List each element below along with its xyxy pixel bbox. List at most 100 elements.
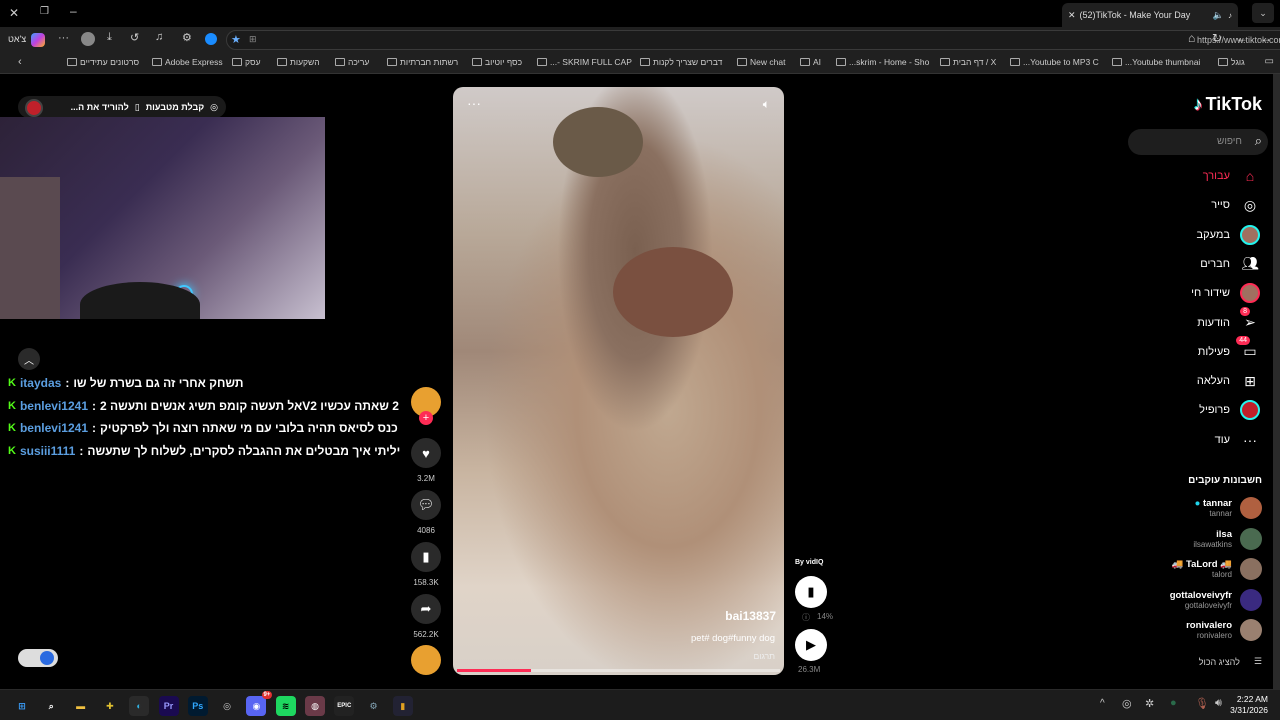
coins-label[interactable]: קבלת מטבעות — [146, 102, 204, 112]
clock[interactable]: 2:22 AM 3/31/2026 — [1230, 694, 1268, 716]
tiktok-logo[interactable]: ♪ TikTok — [1194, 94, 1262, 115]
favorite-star-icon[interactable]: ★ — [231, 33, 241, 46]
nav-item[interactable]: ⊞ העלאה — [1197, 371, 1260, 391]
video-author[interactable]: bai13837 — [725, 609, 776, 623]
microphone-icon[interactable]: 🎙︎ — [1195, 697, 1209, 710]
volume-icon[interactable]: 🔈︎ — [763, 97, 770, 112]
bookmark-item[interactable]: X / דף הבית — [940, 57, 996, 67]
bookmarks-menu-icon[interactable]: ▭ — [1265, 56, 1274, 67]
puzzle-taskbar-icon[interactable]: ✚ — [100, 696, 120, 716]
following-account[interactable]: 🚚 TaLord 🚚 talord — [1172, 558, 1262, 580]
shazam-icon[interactable] — [205, 33, 217, 45]
toggle-widget[interactable] — [18, 649, 58, 667]
profile-avatar-icon[interactable] — [81, 32, 95, 46]
bookmark-item[interactable]: רשתות חברתיות — [387, 57, 458, 67]
history-icon[interactable]: ↺ — [130, 31, 139, 44]
bookmark-item[interactable]: דברים שצריך לקנות — [640, 57, 722, 67]
bookmark-item[interactable]: עריכה — [335, 57, 369, 67]
chat-label[interactable]: צ'אט — [8, 34, 26, 44]
sound-avatar[interactable] — [411, 645, 441, 675]
nav-item[interactable]: פרופיל — [1199, 400, 1260, 421]
epic-taskbar-icon[interactable]: EPIC — [334, 696, 355, 716]
refresh-icon[interactable]: ↻ — [1212, 31, 1222, 45]
nav-item[interactable]: ▭ 44 פעילות — [1198, 335, 1260, 362]
chat-collapse-icon[interactable]: ︿ — [18, 348, 40, 370]
bookmark-item[interactable]: SKRIM FULL CAP -... — [537, 57, 632, 67]
video-player[interactable]: ··· 🔈︎ bai13837 pet# dog#funny dog תרגום — [453, 87, 784, 675]
restore-window-icon[interactable]: ❐ — [40, 6, 49, 17]
bookmark-item[interactable]: גוגל — [1218, 57, 1245, 67]
minimize-window-icon[interactable]: – — [70, 4, 77, 18]
nav-item[interactable]: שידור חי — [1191, 283, 1260, 304]
nav-item[interactable]: במעקב — [1197, 224, 1260, 245]
edge-taskbar-icon[interactable]: ◐ — [129, 696, 150, 716]
media-icon[interactable]: ♫ — [155, 31, 163, 43]
forward-icon[interactable]: → — [1260, 31, 1272, 45]
following-account[interactable]: gottaloveivyfr gottaloveivyfr — [1170, 588, 1262, 611]
translate-link[interactable]: תרגום — [753, 651, 775, 661]
chat-username[interactable]: benlevi1241 — [20, 399, 88, 413]
back-icon[interactable]: ← — [1236, 31, 1248, 45]
bookmark-item[interactable]: Youtube to MP3 C... — [1010, 57, 1099, 67]
premiere-taskbar-icon[interactable]: Pr — [158, 696, 179, 716]
copilot-icon[interactable] — [31, 33, 45, 47]
following-account[interactable]: ilsa ilsawatkins — [1193, 527, 1262, 550]
nav-item[interactable]: 👥︎ חברים — [1200, 254, 1260, 274]
discord-taskbar-icon[interactable]: ◉ 9+ — [246, 691, 273, 716]
video-progress[interactable] — [457, 669, 780, 672]
steelseries-icon[interactable]: ✲ — [1145, 697, 1154, 710]
extensions-icon[interactable]: ⚙ — [182, 31, 192, 44]
bookmark-item[interactable]: New chat — [737, 57, 785, 67]
obs-taskbar-icon[interactable]: ◎ — [217, 696, 237, 716]
search-input[interactable]: חיפוש ⌕ — [1128, 129, 1268, 155]
show-all-button[interactable]: להציג הכול ☰ — [1199, 656, 1262, 667]
cs-taskbar-icon[interactable]: ▮ — [392, 696, 413, 716]
address-bar[interactable]: ★ ⊞ https://www.tiktok.com 🔒︎ — [226, 30, 1280, 50]
steam-taskbar-icon[interactable]: ◍ — [305, 696, 325, 716]
close-window-icon[interactable]: ✕ — [9, 6, 19, 20]
bookmark-item[interactable]: Adobe Express — [152, 57, 223, 67]
chat-username[interactable]: susiii1111 — [20, 444, 75, 458]
spotify-taskbar-icon[interactable]: ≋ — [275, 696, 296, 716]
tray-expand-icon[interactable]: ^ — [1100, 698, 1105, 709]
bookmarks-scroll-left-icon[interactable]: ‹ — [18, 56, 22, 68]
bookmark-item[interactable]: כסף יוטיוב — [472, 57, 522, 67]
settings-taskbar-icon[interactable]: ⚙ — [364, 696, 384, 716]
green-tray-icon[interactable]: ● — [1170, 697, 1177, 709]
speaker-icon[interactable]: 🔈 — [1213, 10, 1224, 21]
follow-plus-icon[interactable]: + — [419, 411, 433, 425]
following-account[interactable]: ronivalero ronivalero — [1186, 619, 1262, 641]
downloads-icon[interactable]: ⤓ — [107, 31, 112, 44]
bookmark-item[interactable]: השקעות — [277, 57, 320, 67]
bookmark-item[interactable]: עסק — [232, 57, 261, 67]
home-icon[interactable]: ⌂ — [1188, 31, 1195, 45]
download-label[interactable]: להוריד את ה... — [71, 102, 129, 112]
close-tab-icon[interactable]: ✕ — [1068, 10, 1076, 21]
split-screen-icon[interactable]: ⊞ — [249, 34, 257, 45]
chat-username[interactable]: benlevi1241 — [20, 421, 88, 435]
tab-tiktok[interactable]: ✕ (52)TikTok - Make Your Day 🔈 ♪ — [1062, 3, 1238, 27]
nav-item[interactable]: ⌂ עבורך — [1203, 166, 1260, 186]
video-more-icon[interactable]: ··· — [467, 95, 481, 111]
page-scrollbar[interactable] — [1273, 74, 1280, 689]
bookmark-item[interactable]: סרטונים עתידיים — [67, 57, 139, 67]
nav-item[interactable]: ··· עוד — [1215, 430, 1260, 450]
play-icon[interactable]: ▶ — [795, 629, 827, 661]
comment-button[interactable]: 💬︎ — [411, 490, 441, 520]
start-taskbar-icon[interactable]: ⊞ — [12, 696, 32, 716]
speaker-tray-icon[interactable]: 🔊︎ — [1215, 697, 1222, 710]
photoshop-taskbar-icon[interactable]: Ps — [187, 696, 208, 716]
save-button[interactable]: ▮ — [411, 542, 441, 572]
search-taskbar-icon[interactable]: ⌕ — [41, 696, 61, 716]
file-explorer-taskbar-icon[interactable]: ▬ — [71, 696, 91, 716]
nav-item[interactable]: ◎ סייר — [1211, 195, 1260, 215]
obs-tray-icon[interactable]: ◎ — [1122, 697, 1132, 710]
share-button[interactable]: ➦ — [411, 594, 441, 624]
search-icon[interactable]: ⌕ — [1255, 133, 1262, 149]
vidiq-stats-icon[interactable]: ▮ — [795, 576, 827, 608]
like-button[interactable]: ♥ — [411, 438, 441, 468]
bookmark-item[interactable]: skrim - Home - Sho... — [836, 57, 929, 67]
tab-list-icon[interactable]: ⌄ — [1252, 3, 1274, 23]
chat-username[interactable]: itaydas — [20, 376, 61, 390]
bookmark-item[interactable]: AI — [800, 57, 821, 67]
